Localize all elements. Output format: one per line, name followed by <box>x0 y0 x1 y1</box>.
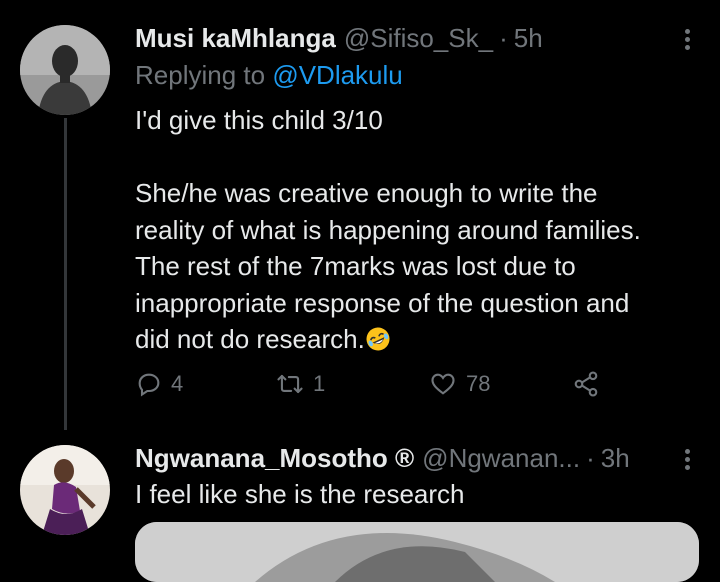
retweet-count: 1 <box>313 371 326 396</box>
reply-button[interactable]: 4 <box>135 370 183 398</box>
tweet-actions: 4 1 78 <box>135 370 615 410</box>
tweet-header: Ngwanana_Mosotho ® @Ngwanan... · 3h <box>135 440 690 476</box>
share-button[interactable] <box>571 370 609 398</box>
share-icon <box>574 371 598 397</box>
avatar[interactable] <box>20 25 110 115</box>
reply-count: 4 <box>171 371 184 396</box>
replying-prefix: Replying to <box>135 60 273 90</box>
tweet-text: I feel like she is the research <box>135 476 690 513</box>
like-count: 78 <box>466 371 491 396</box>
tweet-1[interactable]: Musi kaMhlanga @Sifiso_Sk_ · 5h Replying… <box>0 0 720 430</box>
text-line: I'd give this child 3/10 <box>135 105 383 135</box>
tweet-text: I'd give this child 3/10 She/he was crea… <box>135 102 690 358</box>
like-button[interactable]: 78 <box>428 370 490 398</box>
text-line: inappropriate response of the question a… <box>135 287 630 318</box>
display-name[interactable]: Ngwanana_Mosotho ® <box>135 443 414 474</box>
retweet-icon <box>277 374 303 394</box>
replying-to: Replying to @VDlakulu <box>135 60 403 91</box>
media-photo <box>135 522 699 582</box>
thread-line <box>64 118 67 430</box>
display-name[interactable]: Musi kaMhlanga <box>135 23 336 54</box>
separator-dot: · <box>586 442 595 473</box>
separator-dot: · <box>499 22 508 53</box>
tweet-header: Musi kaMhlanga @Sifiso_Sk_ · 5h <box>135 20 690 56</box>
text-line: did not do research. <box>135 321 690 358</box>
avatar[interactable] <box>20 445 110 535</box>
text-line: The rest of the 7marks was lost due to <box>135 251 576 281</box>
handle[interactable]: @Ngwanan... <box>422 443 580 474</box>
heart-icon <box>431 373 455 395</box>
more-options-icon[interactable] <box>685 446 690 473</box>
reply-icon <box>138 373 160 397</box>
text-line: reality of what is happening around fami… <box>135 214 641 245</box>
handle[interactable]: @Sifiso_Sk_ <box>344 23 493 54</box>
media-image[interactable] <box>135 522 699 582</box>
text-line-content: did not do research. <box>135 324 365 354</box>
more-options-icon[interactable] <box>685 26 690 53</box>
replying-to-link[interactable]: @VDlakulu <box>272 60 402 90</box>
text-line <box>135 139 690 176</box>
retweet-button[interactable]: 1 <box>275 370 325 398</box>
text-line: She/he was creative enough to write the <box>135 178 598 208</box>
rolling-on-floor-laughing-icon <box>366 327 390 351</box>
timestamp[interactable]: 3h <box>601 443 630 474</box>
text-line: I feel like she is the research <box>135 479 465 509</box>
timestamp[interactable]: 5h <box>514 23 543 54</box>
